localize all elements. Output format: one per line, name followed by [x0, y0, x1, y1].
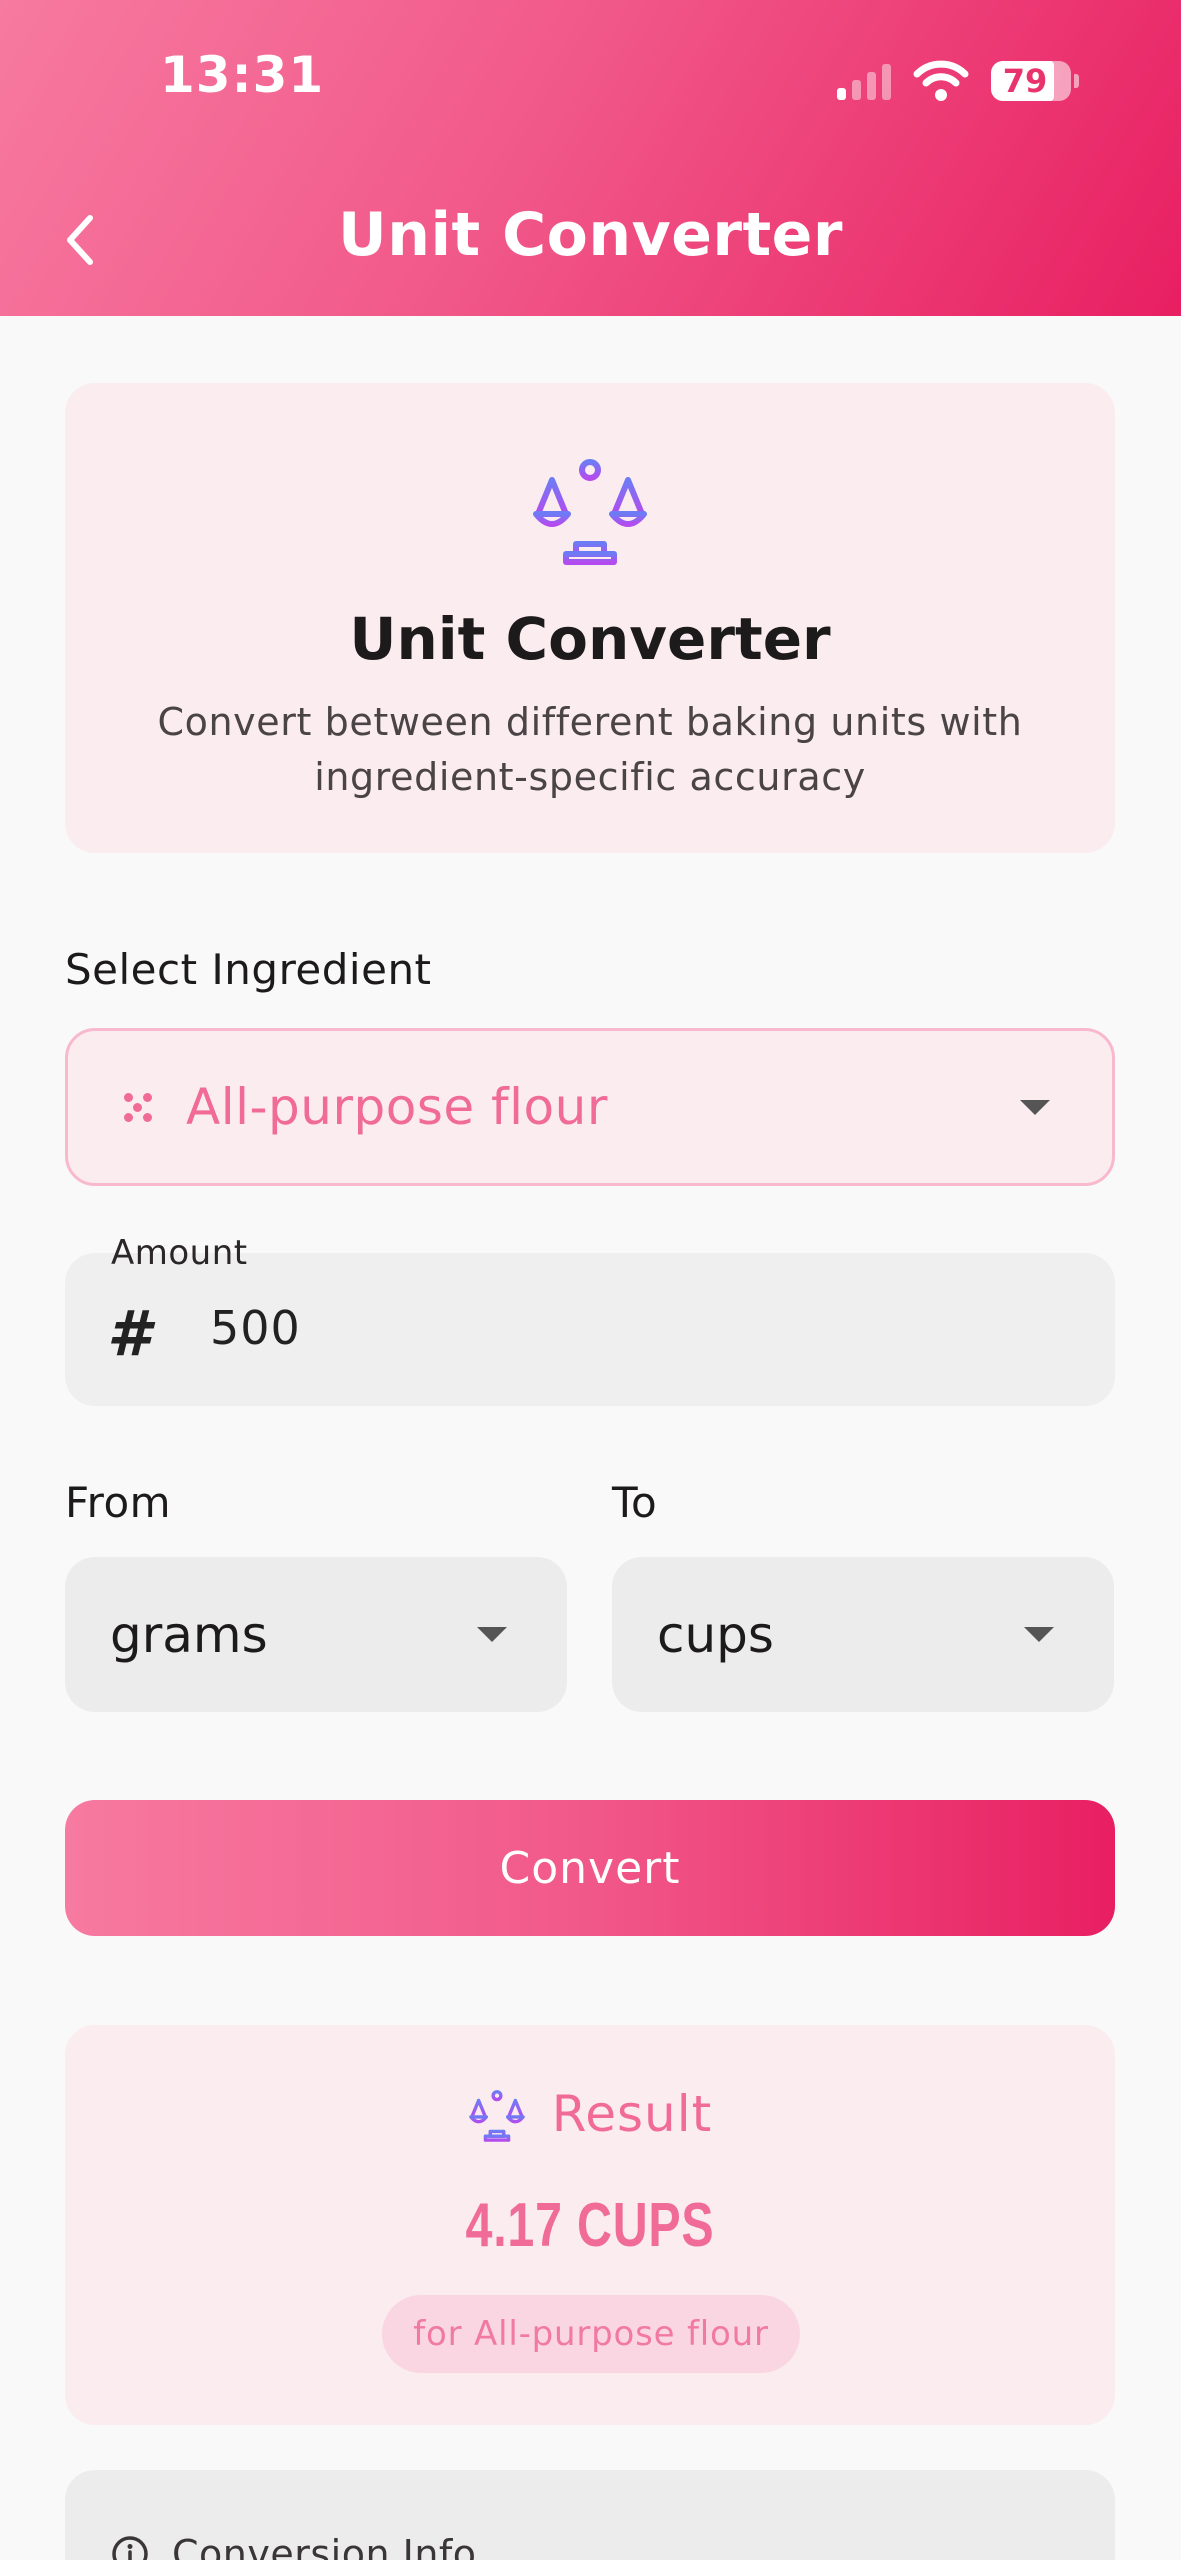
result-value: 4.17 CUPS — [465, 2191, 715, 2260]
info-icon — [112, 2536, 148, 2560]
from-unit-value: grams — [110, 1605, 268, 1664]
wifi-icon — [913, 60, 969, 101]
intro-title: Unit Converter — [349, 605, 831, 673]
to-unit-dropdown[interactable]: cups — [612, 1557, 1114, 1712]
battery-icon: 79 — [991, 61, 1079, 101]
ingredient-label: Select Ingredient — [65, 945, 432, 994]
status-time: 13:31 — [160, 46, 325, 104]
conversion-info-card: Conversion Info — [65, 2470, 1115, 2560]
page-title: Unit Converter — [338, 200, 843, 270]
ingredient-dropdown[interactable]: All-purpose flour — [65, 1028, 1115, 1186]
from-unit-dropdown[interactable]: grams — [65, 1557, 567, 1712]
result-ingredient-badge: for All-purpose flour — [382, 2295, 800, 2373]
intro-description: Convert between different baking units w… — [157, 700, 1023, 799]
amount-input[interactable]: Amount # 500 — [65, 1233, 1115, 1406]
intro-card: Unit Converter Convert between different… — [65, 383, 1115, 853]
conversion-info-header: Conversion Info — [110, 2532, 477, 2560]
battery-level: 79 — [1002, 62, 1048, 100]
conversion-info-title: Conversion Info — [172, 2532, 477, 2560]
caret-down-icon — [1020, 1099, 1050, 1115]
to-unit-value: cups — [657, 1605, 774, 1664]
caret-down-icon — [1024, 1627, 1054, 1642]
to-label: To — [612, 1478, 658, 1527]
result-title: Result — [551, 2085, 713, 2143]
result-card: Result 4.17 CUPS for All-purpose flour — [65, 2025, 1115, 2425]
result-header: Result — [65, 2085, 1115, 2143]
status-icons: 79 — [837, 56, 1079, 106]
cellular-signal-icon — [837, 62, 891, 100]
caret-down-icon — [477, 1627, 507, 1642]
hash-icon: # — [107, 1297, 151, 1370]
convert-button[interactable]: Convert — [65, 1800, 1115, 1936]
amount-value: 500 — [210, 1301, 301, 1355]
amount-label: Amount — [111, 1233, 248, 1273]
app-header: 13:31 79 Unit Converter — [0, 0, 1181, 316]
scale-icon — [533, 453, 647, 565]
scale-icon — [468, 2090, 525, 2142]
grain-icon — [120, 1089, 156, 1125]
ingredient-value: All-purpose flour — [186, 1078, 608, 1136]
from-label: From — [65, 1478, 172, 1527]
